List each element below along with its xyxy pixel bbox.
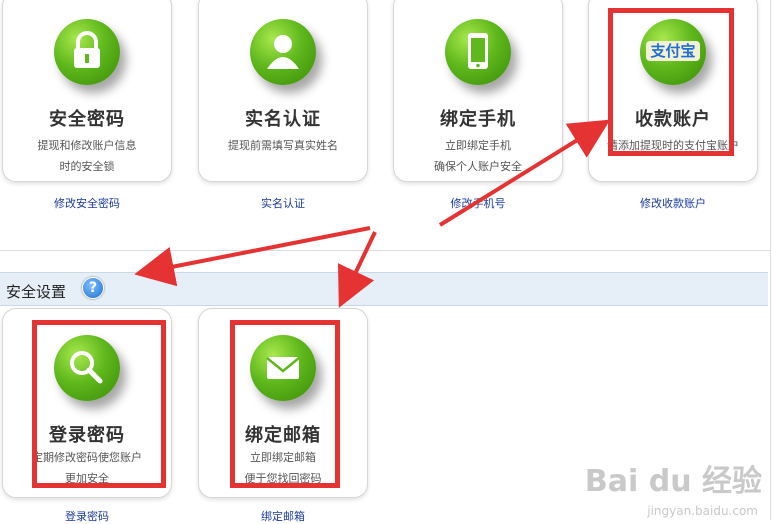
baidu-watermark-url: jingyan.baidu.com bbox=[647, 504, 758, 518]
arrow-to-receiving-account bbox=[438, 119, 611, 227]
annotation-arrows bbox=[134, 119, 611, 308]
arrow-to-security-settings bbox=[134, 226, 371, 287]
baidu-watermark: Bai du 经验 bbox=[584, 464, 762, 499]
arrow-to-bind-email bbox=[338, 231, 377, 308]
